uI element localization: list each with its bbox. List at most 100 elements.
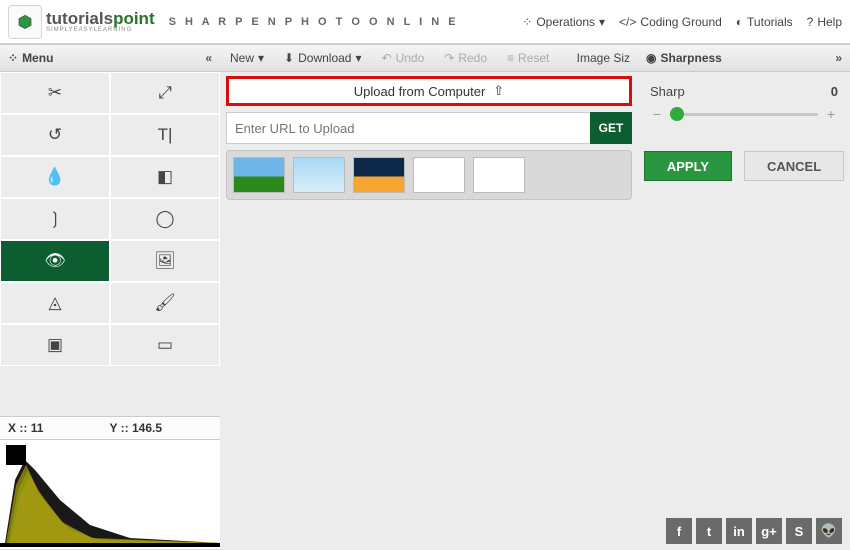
coord-y-value: 146.5 xyxy=(132,421,162,435)
nav-coding-label: Coding Ground xyxy=(640,15,721,29)
slider-plus-icon[interactable]: + xyxy=(824,107,838,121)
histogram-panel xyxy=(0,440,220,550)
coord-x-value: 11 xyxy=(31,421,44,435)
tb-reset-label: Reset xyxy=(518,51,549,65)
download-icon: ⬇ xyxy=(284,51,294,65)
social-stumble[interactable]: S xyxy=(786,518,812,544)
tb-new-label: New xyxy=(230,51,254,65)
brand-word-b: point xyxy=(113,9,155,28)
nav-help[interactable]: ?Help xyxy=(807,15,842,29)
social-linkedin[interactable]: in xyxy=(726,518,752,544)
tb-new[interactable]: New▾ xyxy=(220,51,274,65)
apply-button[interactable]: APPLY xyxy=(644,151,732,181)
globe-icon: ◐ xyxy=(736,15,743,29)
left-panel: ⁘ Menu « ✂⤢↺T|💧◧❳◯👁🖼◬🖌▣▭ X :: 11 Y :: 14… xyxy=(0,44,220,550)
help-icon: ? xyxy=(807,15,814,29)
tb-download-label: Download xyxy=(298,51,351,65)
url-input[interactable] xyxy=(226,112,590,144)
tool-crop-icon[interactable]: ✂ xyxy=(0,72,110,114)
sample-thumb-4[interactable] xyxy=(473,157,525,193)
tool-circle-icon[interactable]: ◯ xyxy=(110,198,220,240)
tb-redo-label: Redo xyxy=(458,51,487,65)
social-twitter[interactable]: t xyxy=(696,518,722,544)
sample-thumbs xyxy=(226,150,632,200)
nav-coding[interactable]: </> Coding Ground xyxy=(619,15,722,29)
sample-thumb-1[interactable] xyxy=(293,157,345,193)
tb-image-size[interactable]: Image Siz xyxy=(567,51,638,65)
caret-down-icon: ▾ xyxy=(355,51,361,65)
page-title: S H A R P E N P H O T O O N L I N E xyxy=(169,16,459,28)
brand-logo-icon xyxy=(8,5,42,39)
coord-y-label: Y :: xyxy=(110,421,129,435)
nav-operations[interactable]: ⁘ Operations ▾ xyxy=(522,15,605,29)
tool-image-icon[interactable]: 🖼 xyxy=(110,240,220,282)
upload-icon: ⇧ xyxy=(493,83,504,99)
url-upload-row: GET xyxy=(226,112,632,144)
slider-knob[interactable] xyxy=(670,107,684,121)
tool-drop-icon[interactable]: 💧 xyxy=(0,156,110,198)
social-gplus[interactable]: g+ xyxy=(756,518,782,544)
sample-thumb-3[interactable] xyxy=(413,157,465,193)
slider-minus-icon[interactable]: − xyxy=(650,107,664,121)
color-swatch[interactable] xyxy=(6,445,26,465)
tb-undo[interactable]: ↶ Undo xyxy=(372,51,435,65)
sharp-value: 0 xyxy=(831,84,838,99)
redo-icon: ↷ xyxy=(444,51,454,65)
top-nav: ⁘ Operations ▾ </> Coding Ground ◐ Tutorials… xyxy=(522,15,842,29)
get-button[interactable]: GET xyxy=(590,112,632,144)
sharpness-controls: Sharp 0 − + APPLY CANCEL xyxy=(638,72,850,189)
collapse-left-icon[interactable]: « xyxy=(205,51,212,65)
undo-icon: ↶ xyxy=(382,51,392,65)
right-panel-title: Sharpness xyxy=(660,51,721,65)
tb-redo[interactable]: ↷ Redo xyxy=(434,51,497,65)
code-icon: </> xyxy=(619,15,636,29)
coord-readout: X :: 11 Y :: 146.5 xyxy=(0,416,220,440)
nav-operations-label: Operations xyxy=(536,15,595,29)
sharp-label: Sharp xyxy=(650,84,685,99)
editor-toolbar: New▾ ⬇ Download ▾ ↶ Undo ↷ Redo ≡ Reset Image… xyxy=(220,44,638,72)
brand[interactable]: tutorialspoint SIMPLYEASYLEARNING xyxy=(8,5,155,39)
nav-help-label: Help xyxy=(817,15,842,29)
tb-download[interactable]: ⬇ Download ▾ xyxy=(274,51,371,65)
sample-thumb-0[interactable] xyxy=(233,157,285,193)
tool-canvas-icon[interactable]: ▭ xyxy=(110,324,220,366)
collapse-right-icon[interactable]: » xyxy=(835,51,842,65)
tb-reset[interactable]: ≡ Reset xyxy=(497,51,559,65)
hex-icon xyxy=(17,14,33,30)
upload-label: Upload from Computer xyxy=(354,84,486,99)
social-reddit[interactable]: 👽 xyxy=(816,518,842,544)
tool-undo-rotate-icon[interactable]: ↺ xyxy=(0,114,110,156)
caret-down-icon: ▾ xyxy=(599,15,605,29)
eye-icon: ◉ xyxy=(646,51,656,65)
social-bar: f t in g+ S 👽 xyxy=(666,518,842,544)
tool-grid: ✂⤢↺T|💧◧❳◯👁🖼◬🖌▣▭ xyxy=(0,72,220,416)
tool-brush-icon[interactable]: 🖌 xyxy=(110,282,220,324)
tool-text-icon[interactable]: T| xyxy=(110,114,220,156)
left-panel-header: ⁘ Menu « xyxy=(0,44,220,72)
global-header: tutorialspoint SIMPLYEASYLEARNING S H A … xyxy=(0,0,850,44)
tool-shadow-icon[interactable]: ❳ xyxy=(0,198,110,240)
tool-eye-icon[interactable]: 👁 xyxy=(0,240,110,282)
nav-tutorials[interactable]: ◐ Tutorials xyxy=(736,15,793,29)
sharp-slider[interactable] xyxy=(670,113,818,116)
right-panel: ◉ Sharpness » Sharp 0 − + APPLY CANCEL xyxy=(638,44,850,550)
coord-x-label: X :: xyxy=(8,421,27,435)
brand-text: tutorialspoint SIMPLYEASYLEARNING xyxy=(46,10,155,33)
left-panel-title: Menu xyxy=(22,51,53,65)
brand-word-a: tutorials xyxy=(46,9,113,28)
cancel-button[interactable]: CANCEL xyxy=(744,151,844,181)
tool-expand-icon[interactable]: ⤢ xyxy=(110,72,220,114)
sample-thumb-2[interactable] xyxy=(353,157,405,193)
right-panel-header: ◉ Sharpness » xyxy=(638,44,850,72)
social-facebook[interactable]: f xyxy=(666,518,692,544)
upload-from-computer-button[interactable]: Upload from Computer ⇧ xyxy=(226,76,632,106)
sitemap-icon: ⁘ xyxy=(522,15,532,29)
nav-tutorials-label: Tutorials xyxy=(747,15,793,29)
tool-select-icon[interactable]: ◬ xyxy=(0,282,110,324)
histogram-chart xyxy=(0,440,220,550)
tool-gradient-icon[interactable]: ◧ xyxy=(110,156,220,198)
reset-icon: ≡ xyxy=(507,51,514,65)
editor-panel: New▾ ⬇ Download ▾ ↶ Undo ↷ Redo ≡ Reset Image… xyxy=(220,44,638,550)
tb-undo-label: Undo xyxy=(396,51,425,65)
tool-artboard-icon[interactable]: ▣ xyxy=(0,324,110,366)
